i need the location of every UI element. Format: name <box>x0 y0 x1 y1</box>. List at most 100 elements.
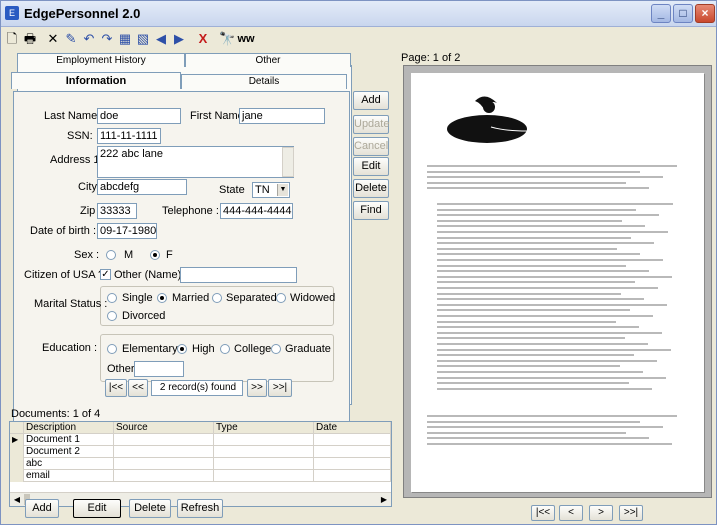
document-page <box>411 73 704 492</box>
sex-m-radio[interactable] <box>106 250 116 260</box>
add-button[interactable]: Add <box>353 91 389 110</box>
update-button[interactable]: Update <box>353 115 389 134</box>
text-line <box>437 354 634 357</box>
document-add-button[interactable]: Add <box>25 499 59 518</box>
ssn-field[interactable]: 111-11-1111 <box>97 128 161 144</box>
column-header-description[interactable]: Description <box>24 422 114 434</box>
state-value: TN <box>255 184 270 196</box>
table-row[interactable]: abc <box>10 458 391 470</box>
new-icon[interactable]: 🗋 <box>4 30 20 48</box>
marital-widowed-radio[interactable] <box>276 293 286 303</box>
find-button[interactable]: Find <box>353 201 389 220</box>
prev-record-button[interactable]: << <box>128 379 148 397</box>
table-row[interactable]: email <box>10 470 391 482</box>
education-other-label: Other <box>107 363 135 375</box>
column-header-source[interactable]: Source <box>114 422 214 434</box>
city-field[interactable]: abcdefg <box>97 179 187 195</box>
dob-field[interactable]: 09-17-1980 <box>97 223 157 239</box>
text-line <box>437 343 648 345</box>
scan-icon[interactable]: ww <box>237 30 255 48</box>
viewer-next-page-button[interactable]: > <box>589 505 613 521</box>
education-high-radio[interactable] <box>177 344 187 354</box>
minimize-button[interactable]: _ <box>651 4 671 23</box>
tab-information[interactable]: Information <box>11 72 181 89</box>
document-refresh-button[interactable]: Refresh <box>177 499 223 518</box>
state-label: State <box>219 184 245 196</box>
page-preview-frame[interactable] <box>403 65 712 498</box>
prev-icon[interactable]: ◀ <box>153 30 169 48</box>
tab-employment-history[interactable]: Employment History <box>17 53 185 67</box>
document-delete-button[interactable]: Delete <box>129 499 171 518</box>
image-icon[interactable]: ▦ <box>117 30 133 48</box>
tab-other[interactable]: Other <box>185 53 351 67</box>
text-line <box>437 281 635 284</box>
edit-button[interactable]: Edit <box>353 157 389 176</box>
delete-icon[interactable]: ✕ <box>45 30 61 48</box>
sex-f-radio[interactable] <box>150 250 160 260</box>
image-add-icon[interactable]: ▧ <box>135 30 151 48</box>
row-type <box>214 458 314 470</box>
text-line <box>437 270 649 273</box>
edit-icon[interactable]: ✎ <box>63 30 79 48</box>
redo-icon[interactable]: ↷ <box>99 30 115 48</box>
delete-button[interactable]: Delete <box>353 179 389 198</box>
text-line <box>427 187 649 190</box>
text-line <box>427 181 626 184</box>
viewer-last-page-button[interactable]: >>| <box>619 505 643 521</box>
table-row[interactable]: ▶ Document 1 <box>10 434 391 446</box>
document-logo <box>447 96 528 143</box>
address-scrollbar[interactable] <box>282 147 294 177</box>
citizen-other-field[interactable] <box>180 267 297 283</box>
row-selector <box>10 470 24 482</box>
address-field[interactable]: 222 abc lane <box>97 146 294 178</box>
marital-separated-radio[interactable] <box>212 293 222 303</box>
text-line <box>437 309 630 312</box>
next-icon[interactable]: ▶ <box>171 30 187 48</box>
first-name-field[interactable]: jane <box>239 108 325 124</box>
scroll-left-icon[interactable]: ◀ <box>11 494 23 505</box>
column-header-type[interactable]: Type <box>214 422 314 434</box>
telephone-field[interactable]: 444-444-4444 <box>220 203 293 219</box>
viewer-prev-page-button[interactable]: < <box>559 505 583 521</box>
education-other-field[interactable] <box>134 361 184 377</box>
first-record-button[interactable]: |<< <box>105 379 127 397</box>
undo-icon[interactable]: ↶ <box>81 30 97 48</box>
maximize-button[interactable]: □ <box>673 4 693 23</box>
remove-icon[interactable]: X <box>195 30 211 48</box>
documents-table: Description Source Type Date ▶ Document … <box>9 421 392 507</box>
find-icon[interactable]: 🔭 <box>219 30 235 48</box>
education-graduate-radio[interactable] <box>271 344 281 354</box>
last-record-button[interactable]: >>| <box>268 379 292 397</box>
print-icon[interactable]: 🖶 <box>22 30 38 48</box>
citizen-other-label: Other (Name) <box>114 269 182 281</box>
citizen-checkbox[interactable]: ✓ <box>100 269 111 280</box>
text-line <box>437 292 621 295</box>
last-name-field[interactable]: doe <box>97 108 181 124</box>
cancel-button[interactable]: Cancel <box>353 137 389 156</box>
tab-details[interactable]: Details <box>181 74 347 89</box>
marital-divorced-radio[interactable] <box>107 311 117 321</box>
education-elementary-radio[interactable] <box>107 344 117 354</box>
zip-field[interactable]: 33333 <box>97 203 137 219</box>
text-line <box>437 348 671 351</box>
first-name-label: First Name <box>190 110 244 122</box>
app-window: E EdgePersonnel 2.0 _ □ × 🗋 🖶 ✕ ✎ ↶ ↷ ▦ … <box>0 0 717 525</box>
text-line <box>437 303 667 306</box>
row-description: email <box>24 470 114 482</box>
table-row[interactable]: Document 2 <box>10 446 391 458</box>
next-record-button[interactable]: >> <box>247 379 267 397</box>
scroll-right-icon[interactable]: ▶ <box>378 494 390 505</box>
state-select[interactable]: TN ▼ <box>252 182 290 198</box>
marital-single-label: Single <box>122 292 153 304</box>
education-college-radio[interactable] <box>220 344 230 354</box>
column-header-date[interactable]: Date <box>314 422 391 434</box>
text-line <box>427 170 640 173</box>
marital-married-radio[interactable] <box>157 293 167 303</box>
viewer-first-page-button[interactable]: |<< <box>531 505 555 521</box>
document-edit-button[interactable]: Edit <box>73 499 121 518</box>
marital-single-radio[interactable] <box>107 293 117 303</box>
close-button[interactable]: × <box>695 4 715 23</box>
toolbar: 🗋 🖶 ✕ ✎ ↶ ↷ ▦ ▧ ◀ ▶ X 🔭 ww <box>1 28 716 50</box>
text-line <box>437 387 652 390</box>
text-line <box>427 437 649 440</box>
